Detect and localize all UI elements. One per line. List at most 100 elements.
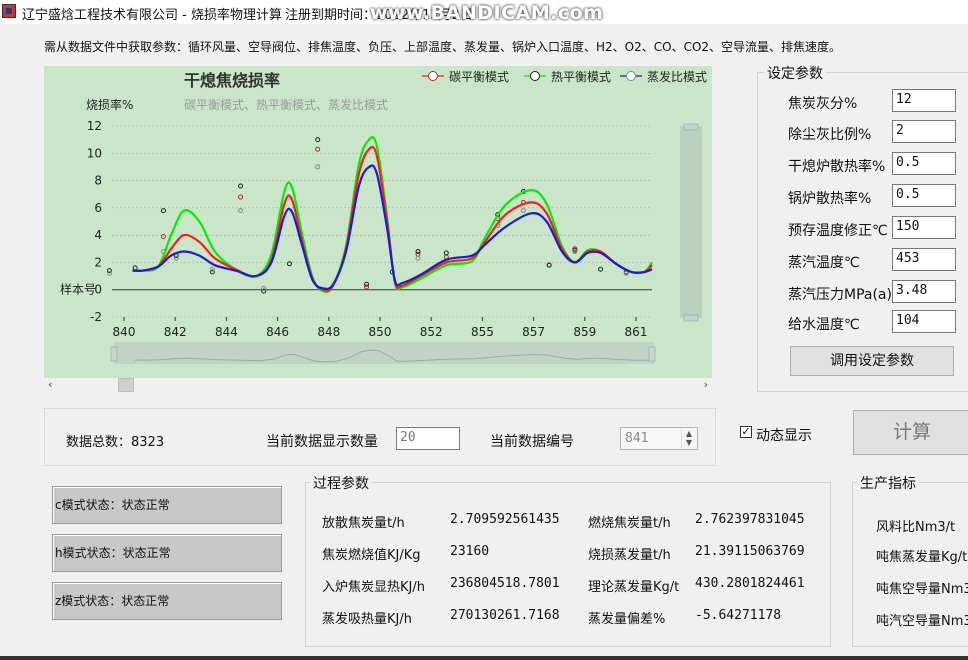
y-tick-label: 10 <box>87 146 102 160</box>
window-title: 辽宁盛焓工程技术有限公司 - 烧损率物理计算 <box>22 8 282 23</box>
chart-canvas: 干熄焦烧损率碳平衡模式、热平衡模式、蒸发比模式烧损率%-2024681012样本… <box>60 69 707 364</box>
proc-label: 入炉焦炭显热KJ/h <box>322 580 425 595</box>
x-tick-label: 850 <box>369 325 392 339</box>
proc-value: 270130261.7168 <box>450 608 560 623</box>
prod-label: 吨焦蒸发量Kg/t <box>876 550 968 565</box>
scroll-thumb[interactable] <box>118 378 134 392</box>
setting-input[interactable]: 104 <box>892 310 956 333</box>
scatter-point <box>598 266 604 272</box>
y-navigator-handle-bottom <box>683 314 699 322</box>
proc-value: 430.2801824461 <box>695 576 805 591</box>
setting-input[interactable]: 12 <box>892 89 956 112</box>
setting-input[interactable]: 2 <box>892 120 956 143</box>
c-mode-status: c模式状态：状态正常 <box>52 486 282 524</box>
scatter-point <box>238 208 244 214</box>
proc-label: 放散焦炭量t/h <box>322 516 405 531</box>
spin-down-icon[interactable]: ▼ <box>681 438 696 448</box>
proc-value: 2.709592561435 <box>450 512 560 527</box>
scatter-point <box>415 249 421 255</box>
scroll-left-arrow-icon[interactable]: ‹ <box>48 378 52 391</box>
x-tick-label: 840 <box>113 325 136 339</box>
setting-input[interactable]: 0.5 <box>892 184 956 207</box>
legend-label: 热平衡模式 <box>551 70 611 84</box>
chart-title: 干熄焦烧损率 <box>184 71 280 90</box>
bottom-edge <box>0 656 968 660</box>
total-data-label: 数据总数：8323 <box>66 435 165 450</box>
scatter-point <box>238 183 244 189</box>
proc-label: 理论蒸发量Kg/t <box>588 580 680 595</box>
dynamic-display-checkbox[interactable]: ✓ <box>740 426 752 438</box>
legend-marker <box>530 71 540 81</box>
x-tick-label: 859 <box>573 325 596 339</box>
chart-horizontal-scrollbar[interactable]: ‹ › <box>44 378 712 392</box>
process-group-title: 过程参数 <box>310 473 372 493</box>
x-tick-label: 846 <box>266 325 289 339</box>
proc-value: 21.39115063769 <box>695 544 805 559</box>
proc-label: 焦炭燃烧值KJ/Kg <box>322 548 421 563</box>
x-tick-label: 848 <box>317 325 340 339</box>
scatter-point <box>415 255 421 261</box>
recorder-watermark: www.BANDICAM.com <box>370 2 604 24</box>
dynamic-display-label[interactable]: 动态显示 <box>756 425 812 445</box>
proc-value: 236804518.7801 <box>450 576 560 591</box>
y-axis-label: 烧损率% <box>86 97 133 112</box>
required-params-hint: 需从数据文件中获取参数：循环风量、空导阀位、排焦温度、负压、上部温度、蒸发量、锅… <box>44 40 842 54</box>
setting-input[interactable]: 0.5 <box>892 152 956 175</box>
y-tick-label: 2 <box>94 255 102 269</box>
scatter-point <box>132 265 138 271</box>
setting-label: 给水温度℃ <box>788 317 860 333</box>
scatter-point <box>106 270 112 276</box>
proc-label: 烧损蒸发量t/h <box>588 548 671 563</box>
x-axis-label: 样本号 <box>60 282 96 297</box>
x-tick-label: 844 <box>215 325 238 339</box>
scatter-point <box>443 250 449 256</box>
setting-label: 焦炭灰分% <box>788 96 858 112</box>
y-tick-label: 4 <box>94 228 102 242</box>
setting-label: 干熄炉散热率% <box>788 159 886 175</box>
scatter-point <box>315 146 321 152</box>
proc-label: 蒸发吸热量KJ/h <box>322 612 412 627</box>
apply-settings-button[interactable]: 调用设定参数 <box>790 346 954 376</box>
x-navigator-handle-right <box>648 346 656 362</box>
setting-input[interactable]: 150 <box>892 216 956 239</box>
scatter-point <box>173 255 179 261</box>
x-tick-label: 855 <box>471 325 494 339</box>
display-count-input[interactable]: 20 <box>396 427 460 450</box>
setting-label: 预存温度修正℃ <box>788 223 888 239</box>
scroll-right-arrow-icon[interactable]: › <box>704 378 708 391</box>
proc-value: 2.762397831045 <box>695 512 805 527</box>
calculate-button[interactable]: 计算 <box>853 410 968 455</box>
x-tick-label: 857 <box>522 325 545 339</box>
setting-input[interactable]: 453 <box>892 248 956 271</box>
y-navigator-track <box>680 126 702 318</box>
setting-input[interactable]: 3.48 <box>892 280 956 303</box>
proc-label: 燃烧焦炭量t/h <box>588 516 671 531</box>
scatter-point <box>546 262 552 268</box>
y-tick-label: 12 <box>87 119 102 133</box>
y-tick-label: 8 <box>94 174 102 188</box>
y-tick-label: -2 <box>90 310 102 324</box>
current-index-spinner[interactable]: 841 ▲ ▼ <box>620 427 698 450</box>
legend-label: 碳平衡模式 <box>449 70 509 84</box>
scatter-point <box>160 234 166 240</box>
setting-label: 蒸汽温度℃ <box>788 255 860 271</box>
scatter-point <box>364 281 370 287</box>
scatter-point <box>315 164 321 170</box>
prod-label: 吨汽空导量Nm3/t <box>876 614 968 629</box>
setting-label: 除尘灰比例% <box>788 127 872 143</box>
prod-label: 吨焦空导量Nm3/t <box>876 582 968 597</box>
x-tick-label: 842 <box>164 325 187 339</box>
proc-value: 23160 <box>450 544 490 559</box>
setting-label: 锅炉散热率% <box>788 191 872 207</box>
x-tick-label: 852 <box>420 325 443 339</box>
x-tick-label: 861 <box>625 325 648 339</box>
burn-loss-chart[interactable]: 干熄焦烧损率 碳平衡模式、热平衡模式、蒸发比模式 烧损率% -2 0 2 4 6 8 10 12 样本… <box>44 66 712 378</box>
scatter-point <box>160 208 166 214</box>
scatter-point <box>209 266 215 272</box>
display-count-label: 当前数据显示数量 <box>266 434 378 450</box>
x-navigator-handle-left <box>110 346 118 362</box>
prod-label: 风料比Nm3/t <box>876 520 956 535</box>
y-tick-label: 6 <box>94 201 102 215</box>
y-navigator-handle-top <box>683 123 699 131</box>
production-group-title: 生产指标 <box>857 473 919 493</box>
